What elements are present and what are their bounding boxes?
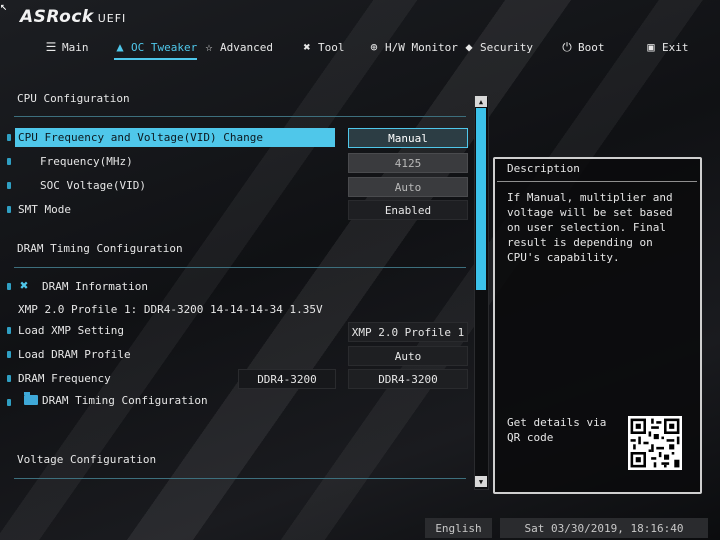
row-bullet: [7, 283, 11, 290]
date-time-display: Sat 03/30/2019, 18:16:40: [500, 518, 708, 538]
tab-tool-label: Tool: [318, 40, 345, 54]
load-xmp-setting-label[interactable]: Load XMP Setting: [18, 324, 124, 337]
star-icon: ☆: [205, 40, 213, 54]
tab-tool[interactable]: ✖ Tool: [301, 36, 345, 58]
tab-boot-label: Boot: [578, 40, 605, 54]
dram-frequency-current: DDR4-3200: [238, 369, 336, 389]
mouse-cursor-icon: ↖: [0, 0, 8, 13]
tab-security[interactable]: ◆ Security: [463, 36, 533, 58]
section-divider: [14, 478, 466, 479]
tab-main[interactable]: ☰ Main: [45, 36, 89, 58]
section-voltage-configuration: Voltage Configuration: [17, 453, 157, 466]
tab-main-label: Main: [62, 40, 89, 54]
tools-icon: ✖: [303, 40, 311, 54]
tab-exit[interactable]: ▣ Exit: [645, 36, 689, 58]
xmp-profile-info: XMP 2.0 Profile 1: DDR4-3200 14-14-14-34…: [18, 303, 323, 316]
row-bullet: [7, 327, 11, 334]
tab-security-label: Security: [480, 40, 533, 54]
wrench-icon: ✖: [20, 278, 29, 294]
row-bullet: [7, 182, 11, 189]
cpu-freq-voltage-value[interactable]: Manual: [348, 128, 468, 148]
description-title: Description: [507, 162, 580, 175]
scroll-up-icon[interactable]: ▲: [475, 96, 487, 107]
smt-mode-label[interactable]: SMT Mode: [18, 203, 71, 216]
row-bullet: [7, 134, 11, 141]
frequency-label: Frequency(MHz): [40, 155, 133, 168]
soc-voltage-label: SOC Voltage(VID): [40, 179, 146, 192]
exit-icon: ▣: [647, 40, 655, 54]
row-bullet: [7, 206, 11, 213]
dram-frequency-label[interactable]: DRAM Frequency: [18, 372, 111, 385]
load-dram-profile-label[interactable]: Load DRAM Profile: [18, 348, 131, 361]
description-text: If Manual, multiplier and voltage will b…: [507, 191, 673, 264]
tab-oc-tweaker[interactable]: ▲ OC Tweaker: [114, 36, 198, 60]
qr-label: Get details via QR code: [507, 416, 607, 444]
tab-hw-monitor[interactable]: ⊕ H/W Monitor: [368, 36, 458, 58]
section-dram-timing-configuration: DRAM Timing Configuration: [17, 242, 183, 255]
row-bullet: [7, 399, 11, 406]
soc-voltage-value[interactable]: Auto: [348, 177, 468, 197]
row-bullet: [7, 351, 11, 358]
shield-icon: ◆: [465, 40, 473, 54]
tab-hw-monitor-label: H/W Monitor: [385, 40, 458, 54]
language-button[interactable]: English: [425, 518, 492, 538]
section-divider: [14, 116, 466, 117]
row-bullet: [7, 158, 11, 165]
brand-suffix: UEFI: [97, 12, 127, 25]
load-xmp-setting-value[interactable]: XMP 2.0 Profile 1: [348, 322, 468, 342]
frequency-value[interactable]: 4125: [348, 153, 468, 173]
cpu-freq-voltage-label[interactable]: CPU Frequency and Voltage(VID) Change: [18, 131, 263, 144]
scrollbar-thumb[interactable]: [476, 108, 486, 290]
dram-information-label[interactable]: DRAM Information: [42, 280, 148, 293]
flame-icon: ▲: [116, 40, 124, 54]
dram-frequency-value[interactable]: DDR4-3200: [348, 369, 468, 389]
monitor-icon: ⊕: [370, 40, 378, 54]
load-dram-profile-value[interactable]: Auto: [348, 346, 468, 366]
dram-timing-configuration-label[interactable]: DRAM Timing Configuration: [42, 394, 208, 407]
tab-exit-label: Exit: [662, 40, 689, 54]
tab-advanced[interactable]: ☆ Advanced: [203, 36, 273, 58]
tab-oc-tweaker-label: OC Tweaker: [131, 40, 198, 54]
scroll-down-icon[interactable]: ▼: [475, 476, 487, 487]
tab-boot[interactable]: ⏻ Boot: [561, 36, 605, 58]
asrock-logo: ASRock UEFI: [20, 7, 126, 27]
list-icon: ☰: [45, 40, 57, 54]
smt-mode-value[interactable]: Enabled: [348, 200, 468, 220]
brand-name: ASRock: [20, 7, 94, 27]
row-bullet: [7, 375, 11, 382]
power-icon: ⏻: [562, 39, 572, 54]
qr-code-icon: [628, 416, 682, 470]
folder-icon: [24, 392, 38, 405]
section-cpu-configuration: CPU Configuration: [17, 92, 130, 105]
tab-advanced-label: Advanced: [220, 40, 273, 54]
section-divider: [14, 267, 466, 268]
description-divider: [497, 181, 697, 182]
